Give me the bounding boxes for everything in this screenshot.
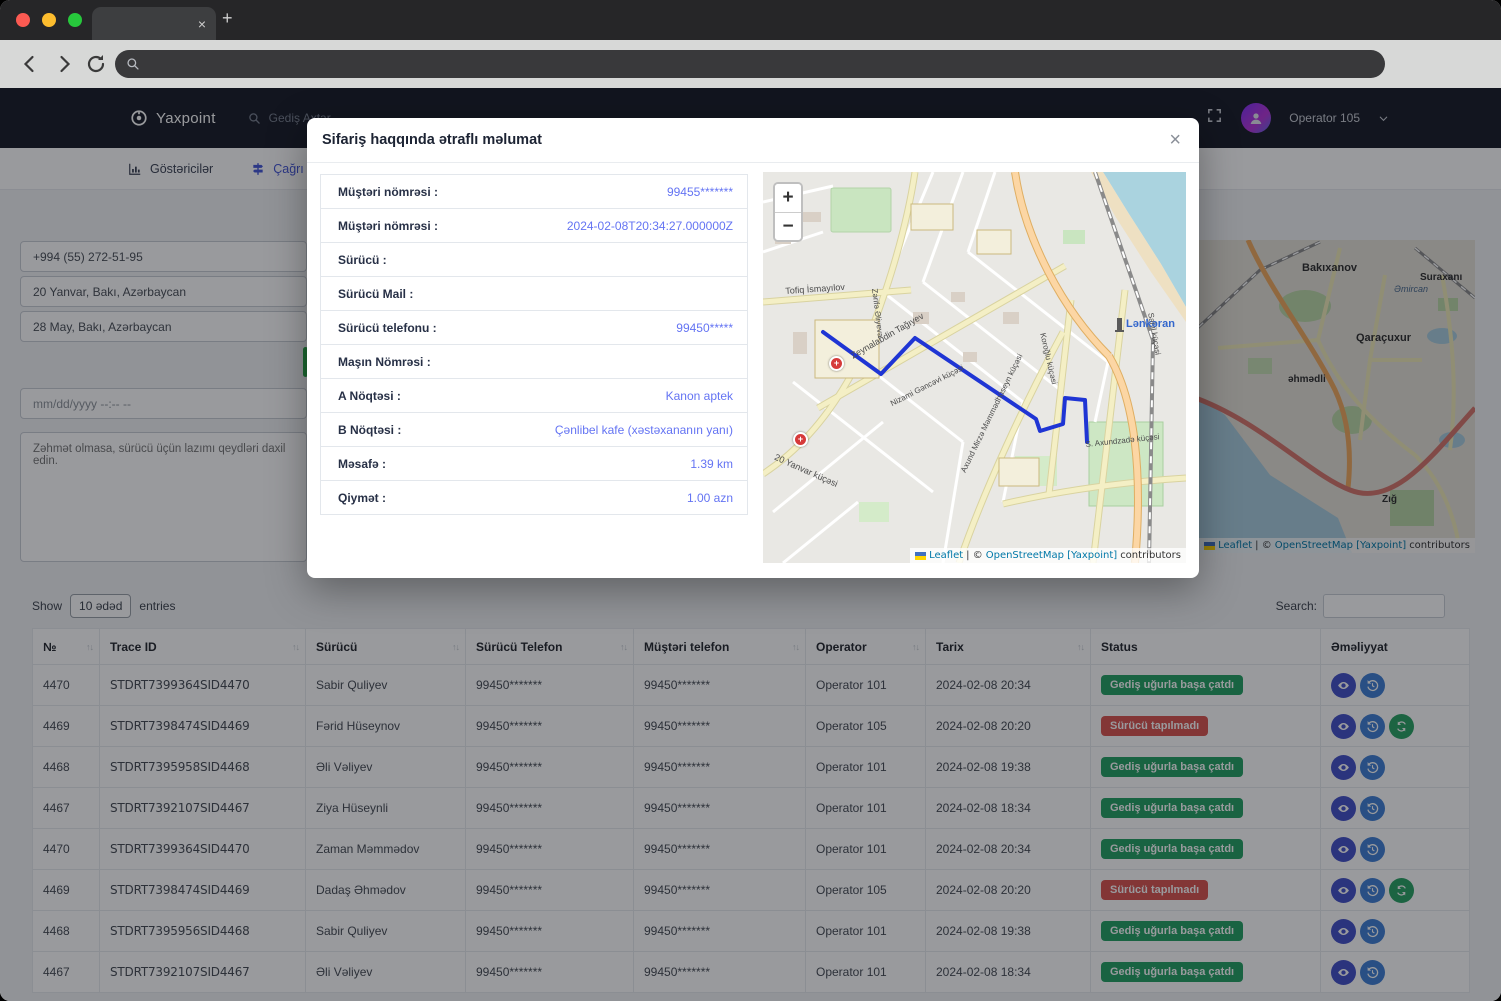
order-details-modal: Sifariş haqqında ətraflı məlumat × Müştə… [307,118,1199,578]
leaflet-flag-icon [915,552,926,560]
detail-field: Məsafə : 1.39 km [320,446,748,481]
detail-field: A Nöqtəsi : Kanon aptek [320,378,748,413]
field-label: A Nöqtəsi : [338,389,401,403]
detail-field: B Nöqtəsi : Çənlibel kafe (xəstəxananın … [320,412,748,447]
browser-window: × + Yaxpoint Gediş Axtar [0,0,1501,1001]
modal-title: Sifariş haqqında ətraflı məlumat [322,132,542,148]
leaflet-link[interactable]: Leaflet [929,550,963,561]
zoom-in-button[interactable]: + [775,184,801,212]
field-value: 99455******* [667,185,733,199]
field-label: Müştəri nömrəsi : [338,185,438,199]
field-label: Məsafə : [338,457,386,471]
browser-tab[interactable]: × [92,7,216,40]
field-label: Sürücü telefonu : [338,321,437,335]
address-bar[interactable] [115,50,1385,78]
detail-field: Müştəri nömrəsi : 99455******* [320,174,748,209]
new-tab-button[interactable]: + [222,8,233,29]
close-icon[interactable]: × [1169,130,1181,150]
route-map[interactable]: + − Tofiq İsmayılovZərifə ƏliyevaZeynala… [763,172,1186,563]
back-icon[interactable] [18,52,42,76]
field-label: B Nöqtəsi : [338,423,401,437]
field-label: Sürücü Mail : [338,287,413,301]
reload-icon[interactable] [84,52,108,76]
zoom-out-button[interactable]: − [775,212,801,240]
maximize-window-button[interactable] [68,13,82,27]
hospital-marker-icon: + [829,356,844,371]
detail-field: Müştəri nömrəsi : 2024-02-08T20:34:27.00… [320,208,748,243]
osm-link[interactable]: OpenStreetMap [Yaxpoint] [986,550,1117,561]
field-value: Çənlibel kafe (xəstəxananın yanı) [555,423,733,437]
detail-field: Sürücü : [320,242,748,277]
forward-icon[interactable] [52,52,76,76]
field-value: 2024-02-08T20:34:27.000000Z [567,219,733,233]
field-label: Qiymət : [338,491,386,505]
field-value: 99450***** [676,321,733,335]
field-value: 1.00 azn [687,491,733,505]
browser-tab-bar: × + [0,0,1501,40]
field-value: 1.39 km [690,457,733,471]
browser-toolbar [0,40,1501,88]
monument-icon [1117,318,1122,330]
route-map-canvas [763,172,1186,563]
city-label: Lənkəran [1117,318,1175,330]
tab-close-icon[interactable]: × [198,17,206,31]
field-label: Sürücü : [338,253,387,267]
search-icon [126,57,140,71]
detail-field: Sürücü Mail : [320,276,748,311]
modal-fields: Müştəri nömrəsi : 99455*******Müştəri nö… [320,175,748,515]
field-label: Maşın Nömrəsi : [338,355,431,369]
close-window-button[interactable] [16,13,30,27]
minimize-window-button[interactable] [42,13,56,27]
field-value: Kanon aptek [666,389,733,403]
map-zoom-control: + − [773,182,803,242]
detail-field: Sürücü telefonu : 99450***** [320,310,748,345]
hospital-marker-icon: + [793,432,808,447]
detail-field: Qiymət : 1.00 azn [320,480,748,515]
map-attribution: Leaflet | © OpenStreetMap [Yaxpoint] con… [910,548,1186,563]
detail-field: Maşın Nömrəsi : [320,344,748,379]
field-label: Müştəri nömrəsi : [338,219,438,233]
app-viewport: Yaxpoint Gediş Axtar Operator 105 Göst [0,88,1501,1001]
